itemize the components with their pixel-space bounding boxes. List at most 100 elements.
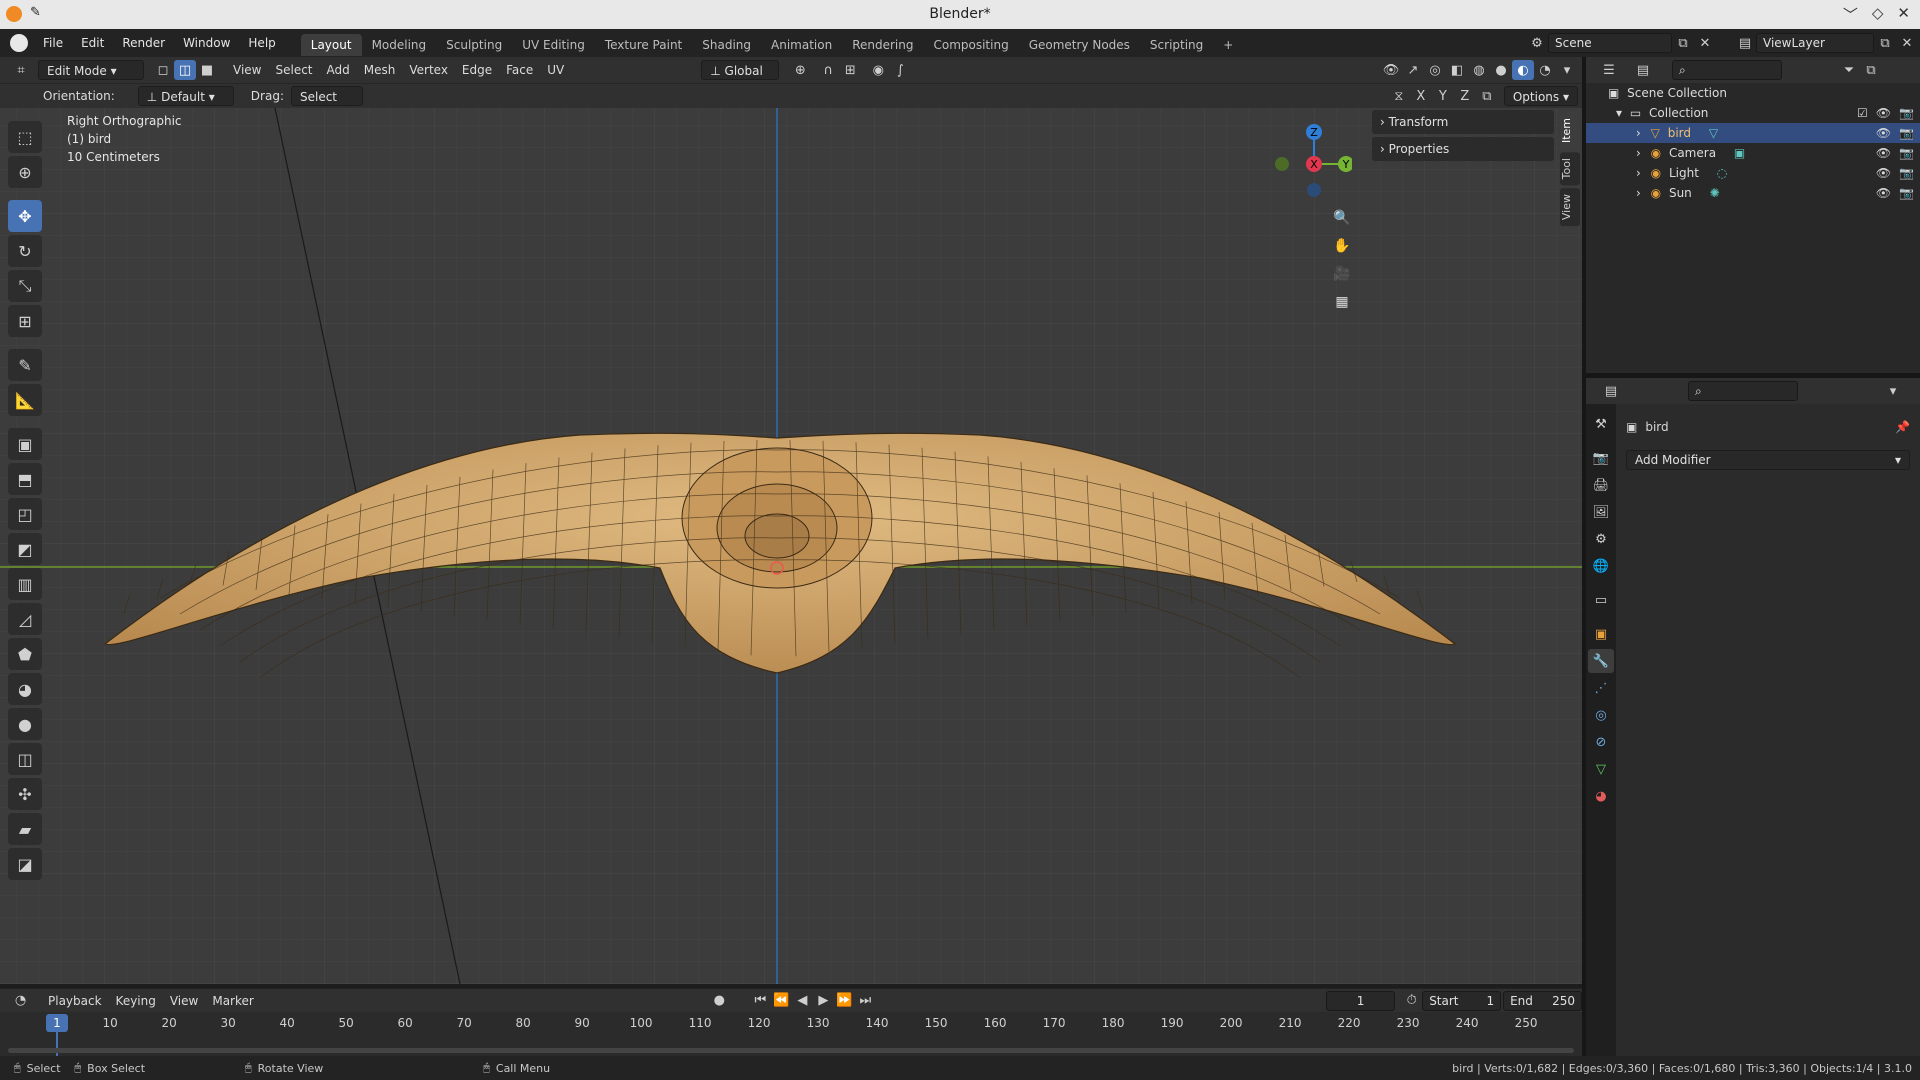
tab-texture-paint[interactable]: Texture Paint: [595, 34, 692, 56]
menu-edit[interactable]: Edit: [72, 29, 113, 57]
tab-layout[interactable]: Layout: [300, 33, 362, 56]
scene-field[interactable]: Scene: [1548, 33, 1672, 53]
rendered-shading-icon[interactable]: ◔: [1534, 60, 1556, 80]
menu-window[interactable]: Window: [174, 29, 239, 57]
knife-tool-icon[interactable]: ◿: [8, 603, 42, 635]
view-layer-tab-icon[interactable]: 🖼: [1588, 500, 1614, 524]
playhead[interactable]: 1: [46, 1014, 68, 1032]
orientation-dropdown[interactable]: ⊥ Default ▾: [137, 86, 234, 106]
expand-sun-icon[interactable]: ›: [1636, 186, 1641, 200]
outliner-item-light[interactable]: › ◉ Light ◌ 👁 📷: [1586, 163, 1920, 183]
rotate-tool-icon[interactable]: ↻: [8, 235, 42, 267]
checkbox-icon[interactable]: ☑: [1857, 103, 1868, 123]
collection-row[interactable]: ▾ ▭ Collection ☑ 👁 📷: [1586, 103, 1920, 123]
start-frame-field[interactable]: Start 1: [1422, 990, 1502, 1011]
extrude-tool-icon[interactable]: ⬒: [8, 463, 42, 495]
tab-animation[interactable]: Animation: [761, 34, 842, 56]
move-tool-icon[interactable]: ✥: [8, 200, 42, 232]
scene-collection-row[interactable]: ▣ Scene Collection: [1586, 83, 1920, 103]
menu-playback[interactable]: Playback: [41, 991, 109, 1011]
add-cube-tool-icon[interactable]: ▣: [8, 428, 42, 460]
blender-menu-icon[interactable]: [10, 34, 28, 52]
menu-select[interactable]: Select: [268, 60, 319, 80]
delete-scene-icon[interactable]: ✕: [1694, 33, 1716, 53]
view-layer-field[interactable]: ViewLayer: [1756, 33, 1874, 53]
menu-mesh[interactable]: Mesh: [357, 60, 403, 80]
outliner-item-sun[interactable]: › ◉ Sun ✺ 👁 📷: [1586, 183, 1920, 203]
render-tab-icon[interactable]: 📷: [1588, 446, 1614, 470]
tab-shading[interactable]: Shading: [692, 34, 761, 56]
material-shading-icon[interactable]: ◐: [1512, 60, 1534, 80]
world-tab-icon[interactable]: 🌐: [1588, 554, 1614, 578]
camera-view-icon[interactable]: 🎥: [1328, 260, 1356, 288]
properties-search-input[interactable]: ⌕: [1688, 381, 1798, 401]
3d-viewport[interactable]: Right Orthographic (1) bird 10 Centimete…: [0, 108, 1582, 984]
solid-shading-icon[interactable]: ●: [1490, 60, 1512, 80]
add-workspace-button[interactable]: +: [1213, 34, 1243, 56]
tab-geometry-nodes[interactable]: Geometry Nodes: [1019, 34, 1140, 56]
editor-type-icon[interactable]: ⌗: [10, 60, 32, 80]
edge-select-icon[interactable]: ◫: [174, 60, 196, 80]
eye-icon[interactable]: 👁: [1876, 103, 1891, 123]
proportional-edit-icon[interactable]: ◉: [867, 60, 889, 80]
axis-x-toggle[interactable]: X: [1410, 86, 1432, 106]
prev-keyframe-icon[interactable]: ⏪: [771, 991, 792, 1011]
camera-render-icon[interactable]: 📷: [1899, 123, 1914, 143]
tab-item[interactable]: Item: [1560, 112, 1580, 150]
tab-rendering[interactable]: Rendering: [842, 34, 923, 56]
annotate-tool-icon[interactable]: ✎: [8, 349, 42, 381]
transform-orientation-dropdown[interactable]: ⊥ Global ▾: [701, 60, 780, 98]
jump-end-icon[interactable]: ⏭: [855, 991, 876, 1011]
menu-view[interactable]: View: [226, 60, 268, 80]
constraints-tab-icon[interactable]: ⊘: [1588, 730, 1614, 754]
play-icon[interactable]: ▶: [813, 991, 834, 1011]
menu-marker[interactable]: Marker: [205, 991, 260, 1011]
outliner-editor-icon[interactable]: ☰: [1598, 60, 1620, 80]
shading-options-icon[interactable]: ▾: [1556, 60, 1578, 80]
jump-start-icon[interactable]: ⏮: [750, 991, 771, 1011]
zoom-icon[interactable]: 🔍: [1328, 204, 1356, 232]
delete-view-layer-icon[interactable]: ✕: [1896, 33, 1918, 53]
visibility-icon[interactable]: 👁: [1380, 60, 1402, 80]
properties-editor-icon[interactable]: ▤: [1600, 381, 1622, 401]
pin-icon[interactable]: 📌: [1895, 420, 1910, 434]
loop-cut-tool-icon[interactable]: ▥: [8, 568, 42, 600]
menu-uv[interactable]: UV: [540, 60, 571, 80]
tab-modeling[interactable]: Modeling: [362, 34, 437, 56]
menu-keying[interactable]: Keying: [109, 991, 163, 1011]
maximize-icon[interactable]: ◇: [1872, 4, 1884, 25]
scene-tab-icon[interactable]: ⚙: [1588, 527, 1614, 551]
new-view-layer-icon[interactable]: ⧉: [1874, 33, 1896, 53]
pivot-point-icon[interactable]: ⊕: [789, 60, 811, 80]
particles-tab-icon[interactable]: ⋰: [1588, 676, 1614, 700]
shear-tool-icon[interactable]: ▰: [8, 813, 42, 845]
tab-uv-editing[interactable]: UV Editing: [512, 34, 595, 56]
outliner-search-input[interactable]: ⌕: [1672, 60, 1782, 80]
filter-icon[interactable]: ⏷: [1838, 60, 1860, 80]
expand-collection-icon[interactable]: ▾: [1616, 106, 1622, 120]
auto-merge-icon[interactable]: ⧉: [1476, 86, 1498, 106]
timeline[interactable]: 10 20 30 40 50 60 70 80 90 100 110 120 130 140 150 160 1…: [0, 1012, 1582, 1056]
cursor-tool-icon[interactable]: ⊕: [8, 156, 42, 188]
eye-icon[interactable]: 👁: [1876, 143, 1891, 163]
record-icon[interactable]: ●: [709, 991, 730, 1011]
expand-camera-icon[interactable]: ›: [1636, 146, 1641, 160]
select-box-tool-icon[interactable]: ⬚: [8, 121, 42, 153]
bevel-tool-icon[interactable]: ◩: [8, 533, 42, 565]
rip-tool-icon[interactable]: ◪: [8, 848, 42, 880]
edge-slide-tool-icon[interactable]: ◫: [8, 743, 42, 775]
falloff-icon[interactable]: ∫: [889, 60, 911, 80]
minimize-icon[interactable]: ﹀: [1843, 4, 1858, 25]
menu-timeline-view[interactable]: View: [163, 991, 205, 1011]
transform-tool-icon[interactable]: ⊞: [8, 305, 42, 337]
physics-tab-icon[interactable]: ◎: [1588, 703, 1614, 727]
wireframe-shading-icon[interactable]: ◍: [1468, 60, 1490, 80]
material-tab-icon[interactable]: ◕: [1588, 784, 1614, 808]
tool-tab-icon[interactable]: ⚒: [1588, 412, 1614, 436]
clock-icon[interactable]: ⏱: [1401, 991, 1422, 1011]
inset-tool-icon[interactable]: ◰: [8, 498, 42, 530]
axis-z-toggle[interactable]: Z: [1454, 86, 1476, 106]
object-tab-icon[interactable]: ▣: [1588, 622, 1614, 646]
tab-compositing[interactable]: Compositing: [923, 34, 1018, 56]
current-frame-field[interactable]: 1: [1325, 990, 1396, 1011]
